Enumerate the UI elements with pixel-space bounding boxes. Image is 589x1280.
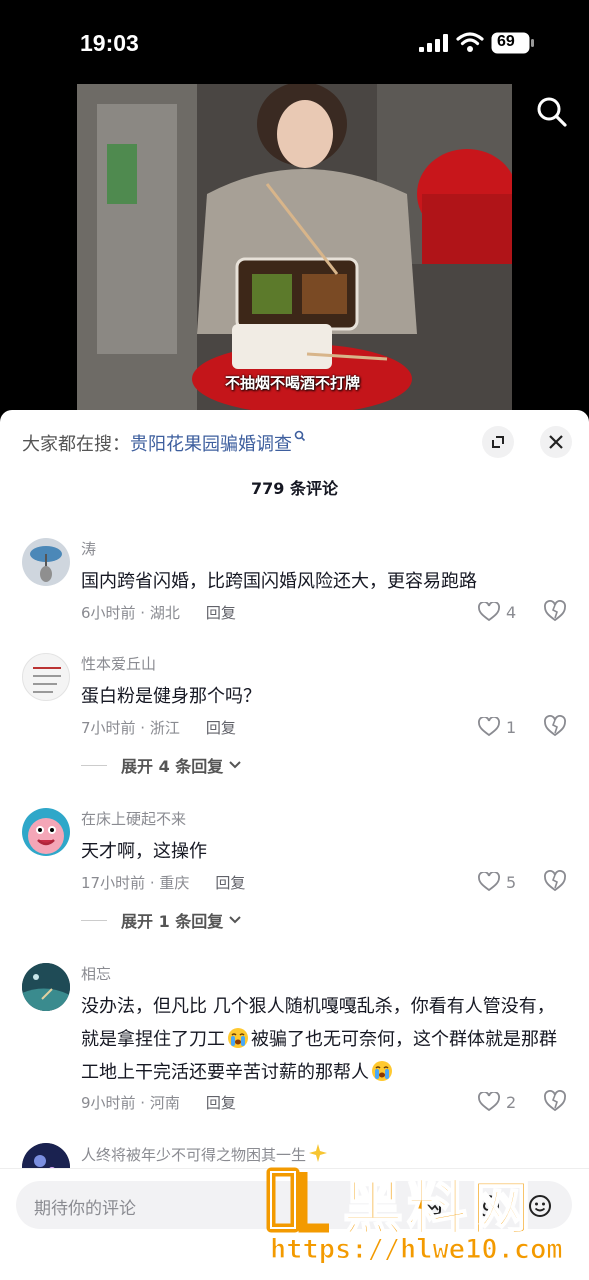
avatar[interactable] (22, 963, 70, 1011)
search-icon[interactable] (534, 94, 570, 130)
comment-time: 9小时前 · 河南 (81, 1094, 180, 1112)
expand-button[interactable] (482, 426, 514, 458)
dislike-icon[interactable] (543, 870, 567, 892)
video-frame (77, 84, 512, 410)
like-count: 4 (506, 602, 517, 622)
comment-author[interactable]: 涛 (81, 538, 96, 559)
expand-replies-label: 展开 1 条回复 (121, 912, 224, 931)
like-button[interactable]: 4 (478, 602, 516, 622)
reply-button[interactable]: 回复 (206, 604, 236, 622)
battery-level: 69 (497, 33, 515, 50)
comment-item: 相忘 没办法，但凡比 几个狠人随机嘎嘎乱杀，你看有人管没有，就是拿捏住了刀工 被骗… (0, 963, 589, 1133)
close-button[interactable] (540, 426, 572, 458)
expand-replies-button[interactable]: 展开 4 条回复 (81, 753, 241, 777)
crying-emoji-icon (228, 1028, 248, 1048)
watermark: 黑料网 https://hlwe10.com (265, 1160, 585, 1272)
comment-time: 17小时前 · 重庆 (81, 874, 190, 892)
divider (81, 764, 107, 766)
chevron-down-icon (229, 916, 241, 924)
video-player[interactable] (77, 84, 512, 410)
comment-input-placeholder: 期待你的评论 (34, 1199, 136, 1219)
comment-text: 没办法，但凡比 几个狠人随机嘎嘎乱杀，你看有人管没有，就是拿捏住了刀工 被骗了也无… (81, 990, 566, 1089)
heart-icon (478, 602, 500, 622)
comment-meta: 7小时前 · 浙江 回复 (81, 717, 236, 738)
heart-icon (478, 872, 500, 892)
dislike-icon[interactable] (543, 600, 567, 622)
reply-button[interactable]: 回复 (215, 874, 245, 892)
wifi-icon (456, 32, 484, 52)
search-small-icon (294, 430, 306, 442)
heart-icon (478, 1092, 500, 1112)
comment-time: 7小时前 · 浙江 (81, 719, 180, 737)
dislike-icon[interactable] (543, 715, 567, 737)
video-subtitle: 不抽烟不喝酒不打牌 (225, 374, 361, 392)
like-button[interactable]: 5 (478, 872, 516, 892)
comment-meta: 6小时前 · 湖北 回复 (81, 602, 236, 623)
like-button[interactable]: 2 (478, 1092, 516, 1112)
comment-item: 性本爱丘山 蛋白粉是健身那个吗？ 7小时前 · 浙江 回复 1 展开 4 条回复 (0, 653, 589, 783)
watermark-logo (266, 1167, 329, 1233)
comment-author[interactable]: 性本爱丘山 (81, 653, 156, 674)
comment-text: 蛋白粉是健身那个吗？ (81, 686, 261, 707)
divider (81, 919, 107, 921)
like-count: 2 (506, 1092, 517, 1112)
comment-time: 6小时前 · 湖北 (81, 604, 180, 622)
comment-author[interactable]: 在床上硬起不来 (81, 808, 186, 829)
expand-replies-button[interactable]: 展开 1 条回复 (81, 908, 241, 932)
chevron-down-icon (229, 761, 241, 769)
comment-text: 天才啊，这操作 (81, 841, 207, 862)
expand-icon (492, 436, 504, 448)
avatar[interactable] (22, 808, 70, 856)
comment-count: 779 条评论 (251, 479, 338, 498)
status-time: 19:03 (80, 30, 139, 56)
status-bar: 19:03 69 (0, 0, 589, 84)
avatar[interactable] (22, 538, 70, 586)
watermark-url: https://hlwe10.com (270, 1234, 564, 1266)
reply-button[interactable]: 回复 (206, 1094, 236, 1112)
like-count: 1 (506, 717, 517, 737)
signal-icon (419, 34, 448, 52)
comment-item: 在床上硬起不来 天才啊，这操作 17小时前 · 重庆 回复 5 展开 1 条回复 (0, 808, 589, 938)
avatar[interactable] (22, 653, 70, 701)
dislike-icon[interactable] (543, 1090, 567, 1112)
crying-emoji-icon (372, 1061, 392, 1081)
comment-meta: 17小时前 · 重庆 回复 (81, 872, 245, 893)
expand-replies-label: 展开 4 条回复 (121, 757, 224, 776)
heart-icon (478, 717, 500, 737)
like-count: 5 (506, 872, 517, 892)
like-button[interactable]: 1 (478, 717, 516, 737)
reply-button[interactable]: 回复 (206, 719, 236, 737)
battery-icon: 69 (491, 32, 534, 54)
comment-text: 国内跨省闪婚，比跨国闪婚风险还大，更容易跑路 (81, 571, 477, 592)
comment-meta: 9小时前 · 河南 回复 (81, 1092, 236, 1113)
search-suggestion[interactable]: 大家都在搜：贵阳花果园骗婚调查 (22, 430, 306, 456)
comment-author[interactable]: 相忘 (81, 963, 111, 984)
close-icon (549, 435, 563, 449)
suggestion-link[interactable]: 贵阳花果园骗婚调查 (130, 434, 292, 455)
suggestion-prefix: 大家都在搜： (22, 434, 130, 455)
comment-item: 涛 国内跨省闪婚，比跨国闪婚风险还大，更容易跑路 6小时前 · 湖北 回复 4 (0, 538, 589, 638)
comment-sheet: 大家都在搜：贵阳花果园骗婚调查 779 条评论 涛 国内跨省闪婚，比跨国闪婚风险… (0, 410, 589, 1280)
